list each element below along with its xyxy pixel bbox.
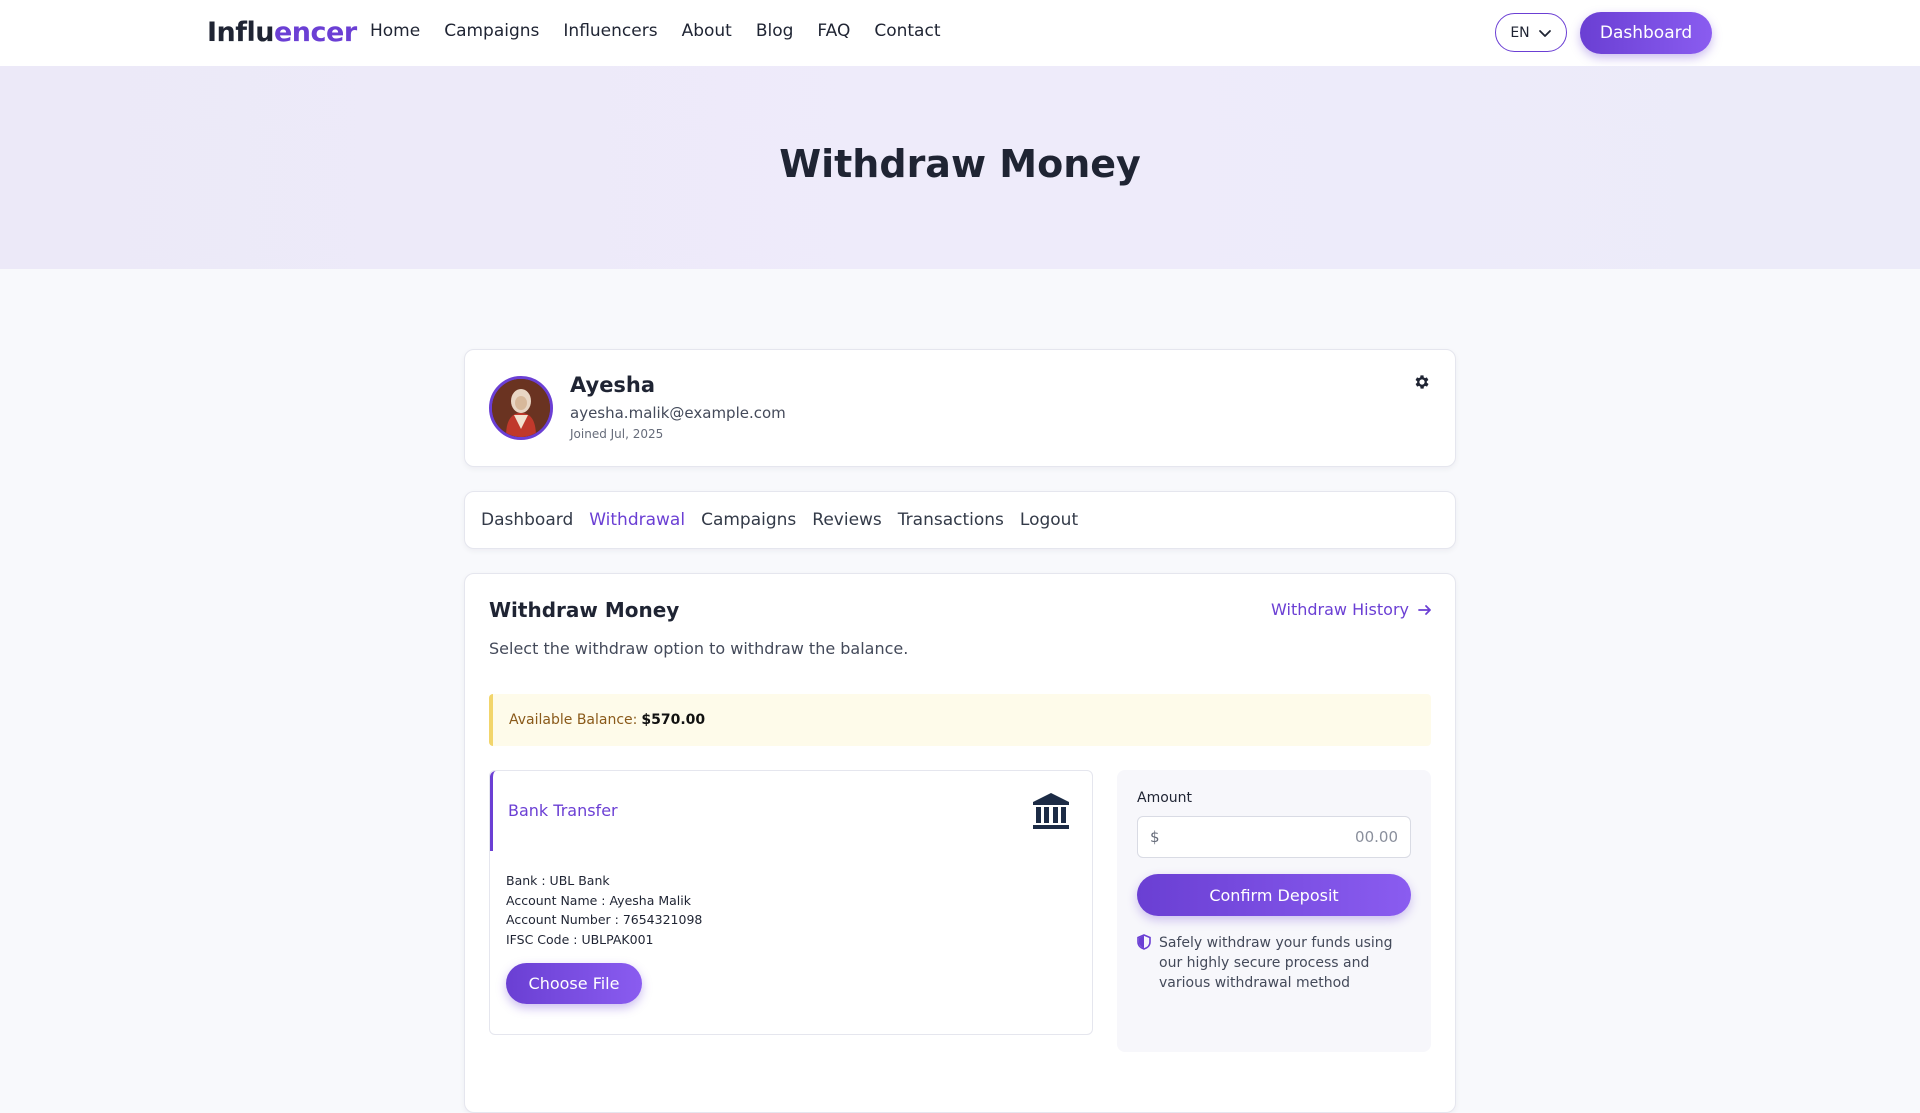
withdraw-history-link[interactable]: Withdraw History	[1271, 600, 1433, 619]
language-selector[interactable]: EN	[1495, 13, 1567, 52]
tab-reviews[interactable]: Reviews	[812, 510, 882, 530]
arrow-right-icon	[1418, 604, 1431, 615]
deposit-panel: Amount $ Confirm Deposit Safely withdraw…	[1117, 770, 1431, 1052]
nav-link-contact[interactable]: Contact	[874, 21, 940, 41]
tab-campaigns[interactable]: Campaigns	[701, 510, 796, 530]
avatar	[489, 376, 553, 440]
choose-file-button[interactable]: Choose File	[506, 963, 642, 1004]
withdraw-subtitle: Select the withdraw option to withdraw t…	[489, 639, 909, 658]
tab-transactions[interactable]: Transactions	[898, 510, 1004, 530]
nav-link-blog[interactable]: Blog	[756, 21, 794, 41]
nav-link-faq[interactable]: FAQ	[817, 21, 850, 41]
currency-symbol: $	[1150, 828, 1160, 846]
brand-logo-part2: encer	[274, 17, 357, 48]
amount-input[interactable]	[1159, 828, 1398, 846]
amount-field[interactable]: $	[1137, 816, 1411, 858]
nav-link-home[interactable]: Home	[370, 21, 420, 41]
shield-icon	[1137, 934, 1151, 950]
chevron-down-icon	[1538, 29, 1551, 37]
brand-logo[interactable]: Influencer	[207, 17, 357, 48]
account-tabs: Dashboard Withdrawal Campaigns Reviews T…	[464, 491, 1456, 549]
security-note: Safely withdraw your funds using our hig…	[1137, 933, 1407, 993]
bank-transfer-option[interactable]: Bank Transfer Bank : UBL Bank Account Na…	[489, 770, 1093, 1035]
bank-transfer-title: Bank Transfer	[508, 801, 618, 820]
account-number: Account Number : 7654321098	[506, 912, 703, 927]
balance-label: Available Balance:	[509, 712, 638, 728]
nav-link-influencers[interactable]: Influencers	[563, 21, 657, 41]
nav-link-campaigns[interactable]: Campaigns	[444, 21, 539, 41]
nav-link-about[interactable]: About	[682, 21, 732, 41]
security-note-text: Safely withdraw your funds using our hig…	[1159, 935, 1393, 991]
gear-icon[interactable]	[1413, 373, 1431, 391]
avatar-image	[492, 379, 550, 437]
withdraw-history-label: Withdraw History	[1271, 600, 1409, 619]
bank-name: Bank : UBL Bank	[506, 873, 610, 888]
brand-logo-part1: Influ	[207, 17, 275, 48]
confirm-deposit-button[interactable]: Confirm Deposit	[1137, 874, 1411, 916]
language-label: EN	[1510, 24, 1530, 41]
top-navbar: Influencer Home Campaigns Influencers Ab…	[0, 0, 1920, 66]
tab-logout[interactable]: Logout	[1020, 510, 1078, 530]
profile-card: Ayesha ayesha.malik@example.com Joined J…	[464, 349, 1456, 467]
profile-email: ayesha.malik@example.com	[570, 404, 786, 422]
page-title: Withdraw Money	[779, 142, 1141, 186]
dashboard-button[interactable]: Dashboard	[1580, 12, 1712, 54]
available-balance-banner: Available Balance: $570.00	[489, 694, 1431, 746]
withdraw-card: Withdraw Money Withdraw History Select t…	[464, 573, 1456, 1113]
amount-label: Amount	[1137, 790, 1193, 806]
profile-joined-date: Joined Jul, 2025	[570, 427, 664, 441]
bank-details: Bank : UBL Bank Account Name : Ayesha Ma…	[506, 871, 702, 949]
ifsc-code: IFSC Code : UBLPAK001	[506, 931, 654, 947]
bank-icon	[1033, 793, 1069, 829]
main-nav: Home Campaigns Influencers About Blog FA…	[370, 21, 940, 41]
profile-name: Ayesha	[570, 373, 656, 397]
account-name: Account Name : Ayesha Malik	[506, 892, 691, 908]
withdraw-title: Withdraw Money	[489, 598, 680, 622]
tab-withdrawal[interactable]: Withdrawal	[589, 510, 685, 530]
balance-value: $570.00	[641, 712, 706, 728]
tab-dashboard[interactable]: Dashboard	[481, 510, 573, 530]
page-hero: Withdraw Money	[0, 66, 1920, 269]
